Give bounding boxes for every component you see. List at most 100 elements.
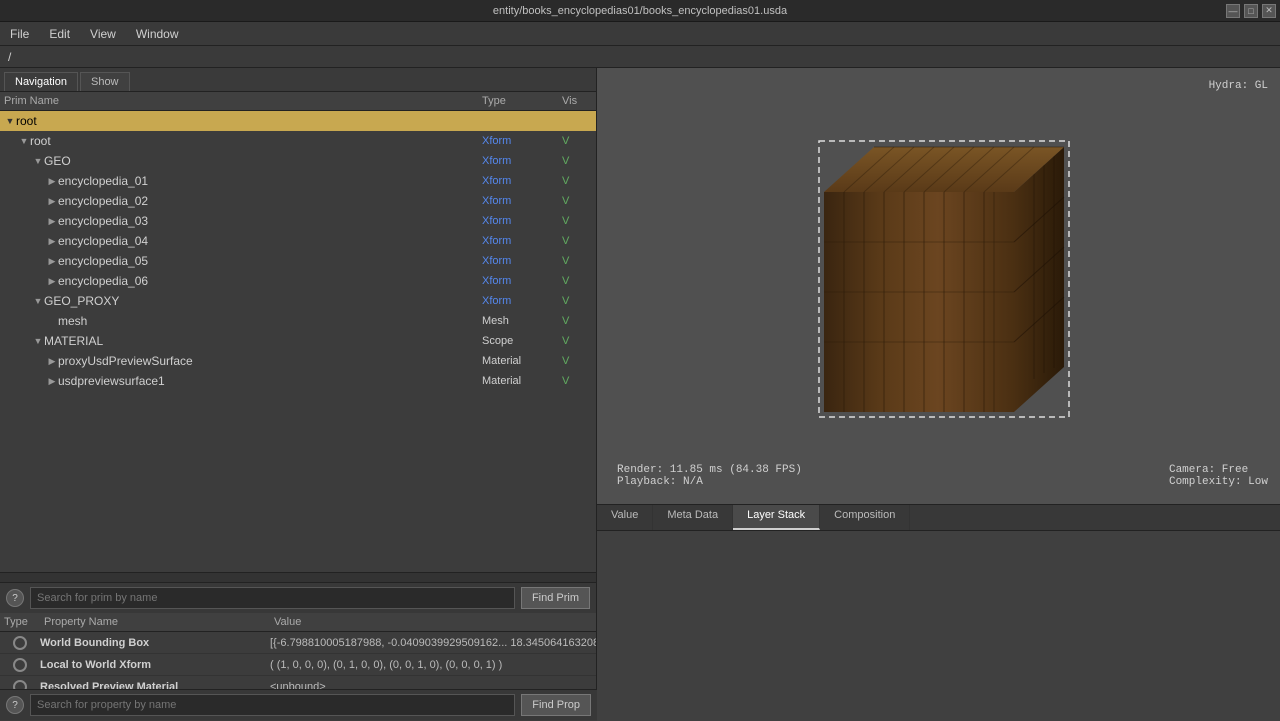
- left-panel: Navigation Show Prim Name Type Vis ▼root…: [0, 68, 597, 720]
- tree-row[interactable]: ▼root: [0, 111, 596, 131]
- property-name-label: Local to World Xform: [40, 659, 270, 671]
- prim-help-button[interactable]: ?: [6, 589, 24, 607]
- menu-view[interactable]: View: [86, 25, 120, 43]
- tab-composition[interactable]: Composition: [820, 505, 910, 530]
- prop-header: Type Property Name Value: [0, 613, 596, 632]
- tree-arrow-icon[interactable]: ▶: [46, 196, 58, 207]
- tree-arrow-icon[interactable]: ▶: [46, 176, 58, 187]
- prim-area: Prim Name Type Vis ▼root▼rootXformV▼GEOX…: [0, 92, 596, 582]
- tree-arrow-icon[interactable]: ▶: [46, 276, 58, 287]
- prim-vis-label: V: [562, 235, 592, 247]
- tree-row[interactable]: ▶encyclopedia_06XformV: [0, 271, 596, 291]
- maximize-button[interactable]: □: [1244, 4, 1258, 18]
- property-value-label: [{-6.798810005187988, -0.040903992950916…: [270, 637, 596, 649]
- tree-arrow-icon[interactable]: ▶: [46, 236, 58, 247]
- find-prim-button[interactable]: Find Prim: [521, 587, 590, 609]
- search-prim-input[interactable]: [30, 587, 515, 609]
- prim-vis-label: V: [562, 315, 592, 327]
- prim-name-label: mesh: [58, 314, 87, 328]
- prim-type-label: Material: [482, 375, 521, 387]
- tree-row[interactable]: ▼GEOXformV: [0, 151, 596, 171]
- tree-row[interactable]: ▼MATERIALScopeV: [0, 331, 596, 351]
- prim-name-label: GEO_PROXY: [44, 294, 119, 308]
- hydra-label: Hydra: GL: [1209, 80, 1268, 92]
- prim-type-label: Xform: [482, 235, 511, 247]
- prim-vis-label: V: [562, 195, 592, 207]
- tree-row[interactable]: ▶encyclopedia_01 Xform V: [0, 171, 596, 191]
- menu-window[interactable]: Window: [132, 25, 183, 43]
- tree-row[interactable]: ▼rootXformV: [0, 131, 596, 151]
- right-tab-content: [597, 531, 1280, 721]
- tab-layer-stack[interactable]: Layer Stack: [733, 505, 820, 530]
- breadcrumb: /: [0, 46, 1280, 68]
- viewport[interactable]: Hydra: GL Render: 11.85 ms (84.38 FPS) P…: [597, 68, 1280, 504]
- col-type: Type: [482, 95, 562, 107]
- prim-vis-label: V: [562, 375, 592, 387]
- tree-row[interactable]: meshMeshV: [0, 311, 596, 331]
- prim-type-label: Xform: [482, 275, 511, 287]
- prim-type-label: Xform: [482, 155, 511, 167]
- 3d-books-preview: [779, 97, 1099, 457]
- tree-row[interactable]: ▶usdpreviewsurface1MaterialV: [0, 371, 596, 391]
- prim-type-label: Xform: [482, 215, 511, 227]
- property-value-label: ( (1, 0, 0, 0), (0, 1, 0, 0), (0, 0, 1, …: [270, 659, 596, 671]
- property-row[interactable]: World Bounding Box[{-6.798810005187988, …: [0, 632, 596, 654]
- prim-type-label: Xform: [482, 175, 511, 187]
- close-button[interactable]: ✕: [1262, 4, 1276, 18]
- tree-arrow-icon[interactable]: ▼: [32, 336, 44, 346]
- tree-row[interactable]: ▼GEO_PROXY Xform V: [0, 291, 596, 311]
- tree-header: Prim Name Type Vis: [0, 92, 596, 111]
- tree-arrow-icon[interactable]: ▼: [4, 116, 16, 126]
- prop-col-type: Type: [4, 616, 44, 628]
- find-prim-area: ? Find Prim: [0, 582, 596, 613]
- tree-row[interactable]: ▶encyclopedia_03XformV: [0, 211, 596, 231]
- prim-name-label: root: [30, 134, 51, 148]
- prim-vis-label: V: [562, 335, 592, 347]
- tree-arrow-icon[interactable]: ▶: [46, 376, 58, 387]
- prim-name-label: encyclopedia_01: [58, 174, 148, 188]
- prim-vis-label: V: [562, 295, 592, 307]
- prim-type-label: Material: [482, 355, 521, 367]
- tab-meta-data[interactable]: Meta Data: [653, 505, 733, 530]
- tree-hscroll[interactable]: [0, 572, 596, 582]
- tree-arrow-icon[interactable]: ▶: [46, 356, 58, 367]
- prim-type-label: Xform: [482, 195, 511, 207]
- menu-file[interactable]: File: [6, 25, 33, 43]
- playback-line: Playback: N/A: [617, 476, 703, 488]
- col-prim-name: Prim Name: [4, 95, 482, 107]
- tree-arrow-icon[interactable]: ▼: [18, 136, 30, 146]
- tree-row[interactable]: ▶proxyUsdPreviewSurfaceMaterialV: [0, 351, 596, 371]
- prim-type-label: Xform: [482, 135, 511, 147]
- prim-name-label: encyclopedia_06: [58, 274, 148, 288]
- window-title: entity/books_encyclopedias01/books_encyc…: [493, 5, 787, 17]
- minimize-button[interactable]: —: [1226, 4, 1240, 18]
- prim-vis-label: V: [562, 175, 592, 187]
- prim-name-label: encyclopedia_04: [58, 234, 148, 248]
- tree-row[interactable]: ▶encyclopedia_02XformV: [0, 191, 596, 211]
- tab-show[interactable]: Show: [80, 72, 130, 91]
- property-type-icon: [13, 658, 27, 672]
- tree-arrow-icon[interactable]: ▼: [32, 296, 44, 306]
- tab-value[interactable]: Value: [597, 505, 653, 530]
- prim-type-label: Xform: [482, 255, 511, 267]
- prim-vis-label: V: [562, 155, 592, 167]
- window-controls[interactable]: — □ ✕: [1226, 4, 1276, 18]
- tree-arrow-icon[interactable]: ▶: [46, 216, 58, 227]
- prim-type-label: Xform: [482, 295, 511, 307]
- prim-tree[interactable]: ▼root▼rootXformV▼GEOXformV▶encyclopedia_…: [0, 111, 596, 572]
- camera-info: Camera: Free Complexity: Low: [1169, 464, 1268, 488]
- find-prop-button[interactable]: Find Prop: [521, 694, 591, 716]
- prop-help-button[interactable]: ?: [6, 696, 24, 714]
- menu-edit[interactable]: Edit: [45, 25, 74, 43]
- tree-arrow-icon[interactable]: ▼: [32, 156, 44, 166]
- tree-row[interactable]: ▶encyclopedia_04 Xform V: [0, 231, 596, 251]
- prim-vis-label: V: [562, 255, 592, 267]
- property-name-label: World Bounding Box: [40, 637, 270, 649]
- tree-row[interactable]: ▶encyclopedia_05XformV: [0, 251, 596, 271]
- main-area: Navigation Show Prim Name Type Vis ▼root…: [0, 68, 1280, 720]
- tree-arrow-icon[interactable]: ▶: [46, 256, 58, 267]
- prim-vis-label: V: [562, 215, 592, 227]
- tab-navigation[interactable]: Navigation: [4, 72, 78, 91]
- search-property-input[interactable]: [30, 694, 515, 716]
- property-row[interactable]: Local to World Xform( (1, 0, 0, 0), (0, …: [0, 654, 596, 676]
